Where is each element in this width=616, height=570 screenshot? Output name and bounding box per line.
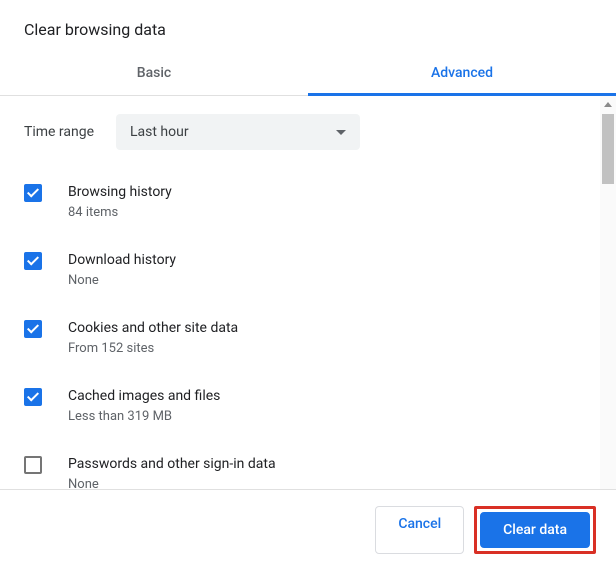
list-item: Cookies and other site data From 152 site… <box>24 308 576 376</box>
scrollbar[interactable] <box>600 96 616 494</box>
checkbox[interactable] <box>24 320 42 338</box>
item-label: Browsing history <box>68 182 172 202</box>
checkbox[interactable] <box>24 456 42 474</box>
item-subtext: From 152 sites <box>68 340 238 358</box>
checkbox[interactable] <box>24 184 42 202</box>
item-label: Passwords and other sign-in data <box>68 454 276 474</box>
tab-basic[interactable]: Basic <box>0 55 308 95</box>
item-subtext: None <box>68 272 176 290</box>
tab-bar: Basic Advanced <box>0 55 616 96</box>
time-range-value: Last hour <box>130 124 189 140</box>
highlight-annotation: Clear data <box>474 506 596 554</box>
item-subtext: 84 items <box>68 204 172 222</box>
time-range-select[interactable]: Last hour <box>116 114 360 150</box>
list-item: Passwords and other sign-in dataNone <box>24 444 576 494</box>
chevron-down-icon <box>336 130 346 135</box>
item-subtext: Less than 319 MB <box>68 408 220 426</box>
item-label: Cookies and other site data <box>68 318 238 338</box>
list-item: Download history None <box>24 240 576 308</box>
tab-advanced[interactable]: Advanced <box>308 55 616 96</box>
list-item: Cached images and files Less than 319 MB <box>24 376 576 444</box>
scroll-up-icon <box>604 102 612 107</box>
clear-data-button[interactable]: Clear data <box>480 512 590 548</box>
list-item: Browsing history 84 items <box>24 172 576 240</box>
time-range-row: Time range Last hour <box>24 114 576 150</box>
dialog-title: Clear browsing data <box>0 0 616 55</box>
content-area: Time range Last hour Browsing history 84 … <box>0 96 600 494</box>
scroll-thumb[interactable] <box>602 114 614 184</box>
item-label: Cached images and files <box>68 386 220 406</box>
cancel-button[interactable]: Cancel <box>375 506 464 554</box>
item-label: Download history <box>68 250 176 270</box>
time-range-label: Time range <box>24 124 116 140</box>
checkbox[interactable] <box>24 388 42 406</box>
checkbox[interactable] <box>24 252 42 270</box>
dialog-footer: Cancel Clear data <box>0 489 616 570</box>
